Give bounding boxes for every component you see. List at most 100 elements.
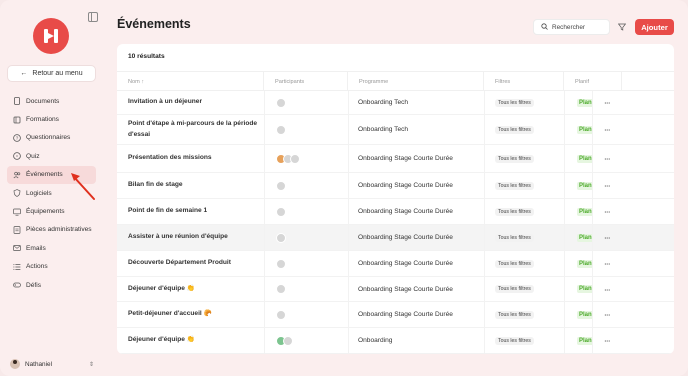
table-row[interactable]: Point d'étape à mi-parcours de la périod… [117,115,674,145]
filters-cell: Tous les filtres [484,328,564,353]
planification-cell: Planifié [564,225,592,250]
page-title: Événements [117,17,191,31]
monitor-icon [13,208,21,216]
row-actions-button[interactable]: ••• [592,145,622,172]
column-header-planif[interactable]: Planif [564,72,622,91]
status-badge: Planifié [577,285,592,293]
row-actions-button[interactable]: ••• [592,328,622,353]
column-header-participants[interactable]: Participants [264,72,348,91]
more-icon: ••• [604,312,611,317]
sidebar-item-defis[interactable]: Défis [7,276,96,294]
event-name: Présentation des missions [128,154,212,162]
avatar [10,359,20,369]
sidebar-toggle-icon[interactable] [88,12,98,22]
participant-avatar [276,97,286,108]
program-cell: Onboarding Stage Courte Durée [348,145,484,172]
event-name: Petit-déjeuner d'accueil 🥐 [128,310,212,318]
sidebar-item-equipements[interactable]: Équipements [7,202,96,220]
column-header-nom[interactable]: Nom ↑ [117,72,264,91]
sidebar-item-questionnaires[interactable]: ? Questionnaires [7,129,96,147]
planification-cell: Planifié [564,251,592,276]
program-cell: Onboarding Stage Courte Durée [348,225,484,250]
table-row[interactable]: Bilan fin de stage Onboarding Stage Court… [117,173,674,199]
program-cell: Onboarding Stage Courte Durée [348,277,484,301]
table-header: Nom ↑ Participants Programme Filtres Pla… [117,71,674,91]
row-actions-button[interactable]: ••• [592,91,622,114]
filter-chip: Tous les filtres [495,181,534,190]
filter-chip: Tous les filtres [495,310,534,319]
more-icon: ••• [604,261,611,266]
sidebar-item-actions[interactable]: Actions [7,258,96,276]
back-to-menu-button[interactable]: ← Retour au menu [7,65,96,82]
column-header-programme[interactable]: Programme [348,72,484,91]
participants-cell [264,145,348,172]
planification-cell: Planifié [564,328,592,353]
user-menu[interactable]: Nathaniel ⇕ [10,358,94,370]
arrow-left-icon: ← [20,70,28,77]
row-actions-button[interactable]: ••• [592,251,622,276]
table-row[interactable]: Déjeuner d'équipe 👏 Onboarding Stage Cour… [117,277,674,302]
sidebar-item-documents[interactable]: Documents [7,92,96,110]
row-actions-button[interactable]: ••• [592,173,622,198]
sidebar-item-pieces-administratives[interactable]: Pièces administratives [7,221,96,239]
program-cell: Onboarding [348,328,484,353]
row-actions-button[interactable]: ••• [592,225,622,250]
filter-chip: Tous les filtres [495,336,534,345]
program-cell: Onboarding Stage Courte Durée [348,251,484,276]
participants-cell [264,225,348,250]
row-actions-button[interactable]: ••• [592,277,622,301]
status-badge: Planifié [577,233,592,242]
participant-avatar [276,258,286,269]
event-name: Bilan fin de stage [128,181,183,189]
search-input[interactable]: Rechercher [533,19,610,35]
mail-icon [13,244,21,252]
filters-cell: Tous les filtres [484,251,564,276]
more-icon: ••• [604,100,611,105]
planification-cell: Planifié [564,91,592,114]
row-actions-button[interactable]: ••• [592,302,622,327]
participant-avatar [276,180,286,191]
book-icon [13,116,21,124]
participants-cell [264,173,348,198]
program-cell: Onboarding Tech [348,91,484,114]
event-name: Déjeuner d'équipe 👏 [128,336,195,344]
participants-cell [264,328,348,353]
filter-button[interactable] [616,21,628,33]
table-row[interactable]: Petit-déjeuner d'accueil 🥐 Onboarding Sta… [117,302,674,328]
participants-cell [264,91,348,114]
sidebar-item-emails[interactable]: Emails [7,239,96,257]
filter-chip: Tous les filtres [495,154,534,163]
filters-cell: Tous les filtres [484,115,564,144]
column-header-filtres[interactable]: Filtres [484,72,564,91]
table-row[interactable]: Assister à une réunion d'équipe Onboardin… [117,225,674,251]
planification-cell: Planifié [564,302,592,327]
add-button[interactable]: Ajouter [635,19,674,35]
search-icon [541,22,548,32]
row-actions-button[interactable]: ••• [592,199,622,224]
participants-cell [264,199,348,224]
participants-cell [264,302,348,327]
table-row[interactable]: Présentation des missions Onboarding Stag… [117,145,674,173]
sidebar-item-formations[interactable]: Formations [7,110,96,128]
event-name: Assister à une réunion d'équipe [128,233,228,241]
more-icon: ••• [604,235,611,240]
participant-avatar [276,284,286,294]
question-icon: ? [13,134,21,142]
row-actions-button[interactable]: ••• [592,115,622,144]
sidebar-item-quiz[interactable]: Quiz [7,147,96,165]
participant-avatar [283,335,293,346]
planification-cell: Planifié [564,277,592,301]
program-cell: Onboarding Stage Courte Durée [348,173,484,198]
table-row[interactable]: Point de fin de semaine 1 Onboarding Stag… [117,199,674,225]
table-row[interactable]: Découverte Département Produit Onboarding… [117,251,674,277]
participant-avatar [290,153,300,164]
table-row[interactable]: Déjeuner d'équipe 👏 Onboarding Tous les fi… [117,328,674,354]
participants-cell [264,251,348,276]
participant-avatar [276,124,286,135]
app-logo [33,18,69,54]
table-row[interactable]: Invitation à un déjeuner Onboarding Tech T… [117,91,674,115]
program-cell: Onboarding Stage Courte Durée [348,302,484,327]
participant-avatar [276,206,286,217]
filters-cell: Tous les filtres [484,173,564,198]
events-table: 10 résultats Nom ↑ Participants Programm… [117,44,674,354]
